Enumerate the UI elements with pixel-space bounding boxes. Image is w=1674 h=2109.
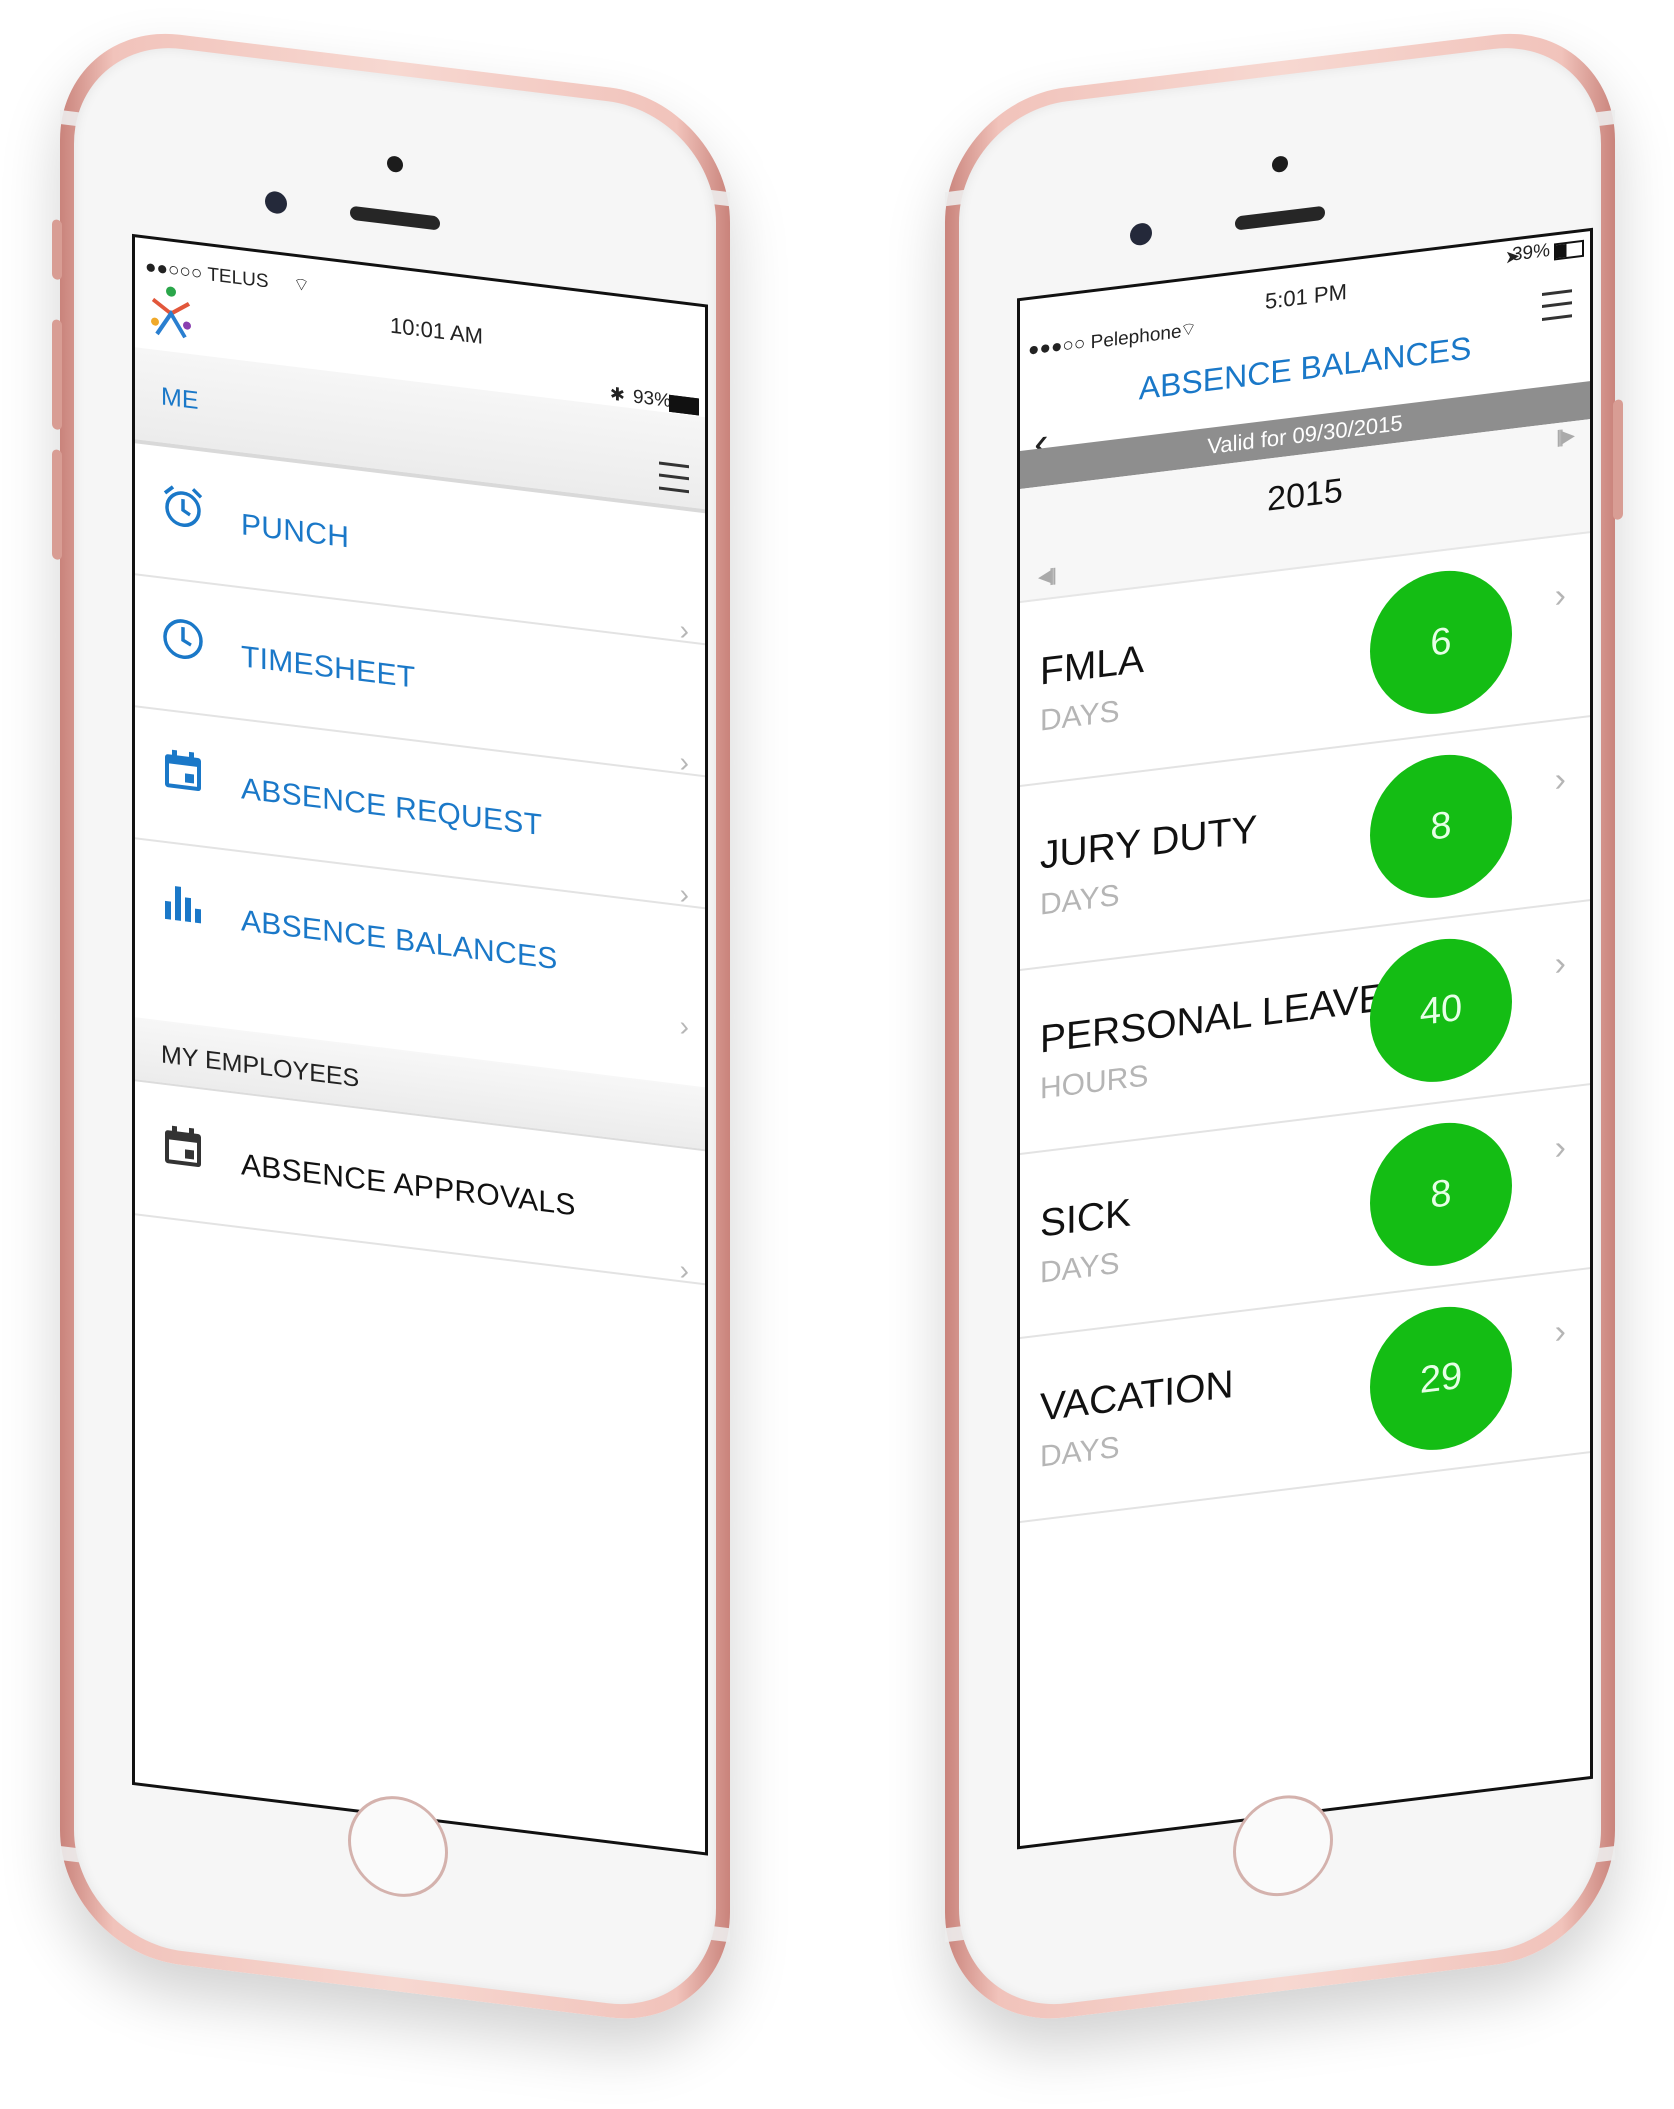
status-time: 10:01 AM: [390, 312, 483, 349]
balance-name: VACATION: [1040, 1362, 1234, 1430]
bluetooth-icon: ✱: [609, 383, 625, 406]
battery-percent: 39%: [1511, 239, 1550, 266]
volume-up-button: [52, 319, 62, 431]
balance-unit: DAYS: [1040, 1246, 1120, 1290]
me-section-label: ME: [161, 382, 199, 416]
chevron-right-icon: ›: [1554, 760, 1566, 800]
menu-item-label: ABSENCE BALANCES: [241, 904, 558, 977]
chevron-right-icon: ›: [679, 1010, 689, 1043]
calendar-icon: [165, 1125, 201, 1167]
volume-down-button: [52, 449, 62, 561]
balance-name: FMLA: [1040, 637, 1145, 694]
balance-value-badge: 8: [1370, 1114, 1512, 1275]
menu-item-label: PUNCH: [241, 508, 350, 555]
menu-item-label: ABSENCE APPROVALS: [241, 1148, 576, 1223]
right-phone: ●●●○○ Pelephone ⌔ 5:01 PM ➤ 39% ABSENCE …: [945, 20, 1623, 2033]
chevron-right-icon: ›: [1554, 1128, 1566, 1168]
chevron-right-icon: ›: [679, 1254, 689, 1287]
menu-item-label: TIMESHEET: [241, 640, 416, 695]
menu-item-label: ABSENCE REQUEST: [241, 772, 543, 843]
right-screen: ●●●○○ Pelephone ⌔ 5:01 PM ➤ 39% ABSENCE …: [1017, 227, 1593, 1850]
balance-value-badge: 40: [1370, 930, 1512, 1091]
balance-value-badge: 6: [1370, 562, 1512, 723]
left-phone: ●●○○○ TELUS ⌔ 10:01 AM ✱ 93% ME PUNCH › …: [52, 20, 730, 2033]
balance-unit: HOURS: [1040, 1059, 1149, 1106]
calendar-icon: [165, 749, 201, 791]
bar-chart-icon: [165, 886, 201, 924]
balance-value-badge: 29: [1370, 1298, 1512, 1459]
balance-unit: DAYS: [1040, 694, 1120, 738]
balance-name: SICK: [1040, 1191, 1132, 1246]
balance-value-badge: 8: [1370, 746, 1512, 907]
balance-unit: DAYS: [1040, 1430, 1120, 1474]
power-button: [1613, 399, 1623, 521]
hamburger-menu-icon[interactable]: [1542, 289, 1572, 321]
chevron-right-icon: ›: [1554, 944, 1566, 984]
hamburger-menu-icon[interactable]: [659, 461, 689, 494]
balance-unit: DAYS: [1040, 878, 1120, 922]
app-logo-icon: [151, 286, 191, 339]
balance-name: JURY DUTY: [1040, 807, 1258, 878]
mute-switch: [52, 219, 62, 281]
clock-icon: [163, 619, 203, 660]
balance-name: PERSONAL LEAVE: [1040, 976, 1385, 1062]
chevron-right-icon: ›: [1554, 1312, 1566, 1352]
previous-year-icon[interactable]: ◀|||: [1038, 565, 1054, 588]
status-time: 5:01 PM: [1265, 278, 1347, 314]
wifi-icon: ⌔: [293, 273, 310, 296]
left-screen: ●●○○○ TELUS ⌔ 10:01 AM ✱ 93% ME PUNCH › …: [132, 233, 708, 1856]
battery-icon: [1554, 239, 1584, 261]
alarm-clock-icon: [163, 485, 203, 527]
chevron-right-icon: ›: [1554, 576, 1566, 616]
my-employees-label: MY EMPLOYEES: [161, 1040, 360, 1093]
